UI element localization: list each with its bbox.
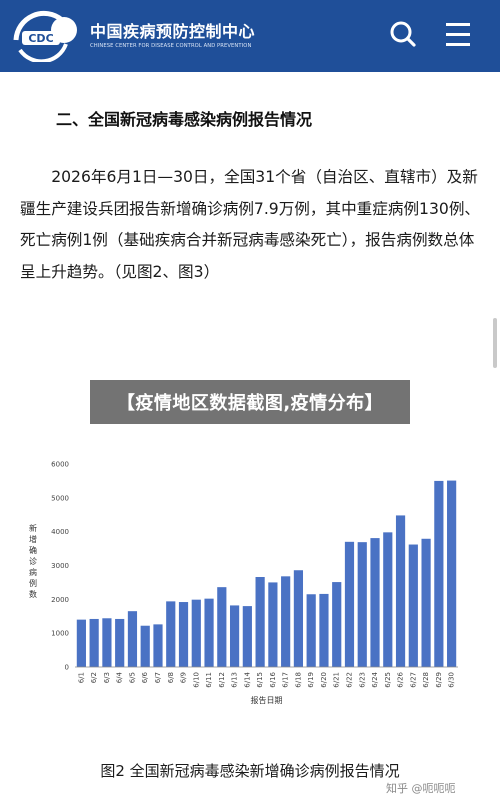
bar bbox=[76, 619, 86, 667]
y-axis-title-char: 例 bbox=[29, 578, 37, 588]
x-tick-label: 6/5 bbox=[128, 672, 136, 683]
x-tick-label: 6/19 bbox=[307, 672, 315, 688]
x-tick-label: 6/8 bbox=[167, 672, 175, 683]
x-tick-label: 6/6 bbox=[141, 671, 149, 683]
y-axis-title-char: 增 bbox=[29, 534, 37, 544]
x-tick-label: 6/25 bbox=[384, 672, 392, 688]
search-icon bbox=[390, 21, 416, 47]
x-tick-label: 6/30 bbox=[448, 672, 456, 688]
x-tick-label: 6/9 bbox=[180, 672, 188, 683]
bar bbox=[229, 605, 240, 667]
figure-caption-text: 图2 全国新冠病毒感染新增确诊病例报告情况 bbox=[100, 762, 400, 780]
x-tick-label: 6/4 bbox=[116, 671, 124, 683]
bar bbox=[204, 598, 214, 667]
x-tick-label: 6/14 bbox=[243, 671, 251, 687]
y-tick-label: 6000 bbox=[51, 461, 69, 469]
y-axis-title-char: 数 bbox=[29, 589, 37, 599]
x-tick-label: 6/16 bbox=[269, 671, 277, 687]
brand-name-en: CHINESE CENTER FOR DISEASE CONTROL AND P… bbox=[90, 43, 252, 49]
bar bbox=[191, 599, 201, 667]
y-axis-title-char: 病 bbox=[29, 567, 37, 577]
bar-series bbox=[76, 480, 457, 667]
bar bbox=[370, 538, 380, 667]
y-axis-title-char: 诊 bbox=[29, 556, 37, 566]
y-tick-label: 4000 bbox=[51, 528, 69, 536]
y-tick-label: 1000 bbox=[51, 630, 69, 638]
x-tick-label: 6/11 bbox=[205, 672, 213, 688]
x-tick-label: 6/27 bbox=[409, 672, 417, 688]
bar bbox=[408, 544, 418, 667]
x-axis-title: 报告日期 bbox=[251, 695, 283, 705]
cdc-logo[interactable]: CDC bbox=[8, 10, 84, 64]
x-tick-label: 6/13 bbox=[231, 672, 239, 688]
bar bbox=[383, 532, 393, 667]
site-header: CDC 中国疾病预防控制中心 CHINESE CENTER FOR DISEAS… bbox=[0, 0, 500, 72]
bar bbox=[293, 570, 304, 667]
overlay-banner: 【疫情地区数据截图,疫情分布】 bbox=[90, 380, 410, 424]
search-button[interactable] bbox=[386, 18, 420, 52]
x-tick-label: 6/1 bbox=[77, 672, 85, 683]
cdc-logo-icon: CDC bbox=[13, 10, 77, 64]
bar bbox=[447, 480, 457, 667]
y-tick-label: 2000 bbox=[51, 596, 69, 604]
bar bbox=[127, 611, 138, 667]
bar bbox=[153, 624, 163, 667]
x-tick-label: 6/17 bbox=[282, 672, 290, 688]
figure-caption: 图2 全国新冠病毒感染新增确诊病例报告情况 bbox=[0, 760, 500, 781]
x-tick-label: 6/15 bbox=[256, 672, 264, 688]
bar bbox=[434, 480, 444, 667]
x-tick-label: 6/22 bbox=[345, 672, 353, 688]
bar bbox=[242, 606, 252, 667]
x-tick-label: 6/29 bbox=[435, 672, 443, 688]
y-tick-label: 3000 bbox=[51, 562, 69, 570]
bar bbox=[178, 602, 189, 667]
x-tick-label: 6/10 bbox=[192, 672, 200, 688]
y-axis-title-char: 确 bbox=[29, 545, 37, 555]
bar-chart: 0100020003000400050006000 6/1 6/2 6/3 6/4 6/… bbox=[29, 461, 458, 705]
bar bbox=[395, 515, 406, 667]
bar bbox=[217, 587, 227, 667]
hamburger-menu-icon bbox=[446, 23, 470, 46]
x-tick-label: 6/3 bbox=[103, 672, 111, 683]
menu-button[interactable] bbox=[440, 18, 476, 52]
x-tick-label: 6/28 bbox=[422, 672, 430, 688]
bar bbox=[306, 594, 316, 667]
y-tick-label: 5000 bbox=[51, 494, 69, 502]
bar bbox=[281, 576, 291, 667]
bar bbox=[357, 542, 367, 667]
section-title: 二、全国新冠病毒感染病例报告情况 bbox=[56, 110, 313, 129]
x-tick-label: 6/12 bbox=[218, 672, 226, 688]
x-tick-label: 6/24 bbox=[371, 671, 379, 687]
bar bbox=[140, 625, 150, 667]
y-axis-title-char: 新 bbox=[29, 523, 37, 533]
x-tick-label: 6/21 bbox=[333, 672, 341, 688]
bar bbox=[332, 582, 342, 667]
bar bbox=[102, 618, 112, 667]
x-tick-label: 6/2 bbox=[90, 672, 98, 683]
y-axis-title: 新增确诊病例数 bbox=[29, 523, 37, 599]
article-paragraph: 2026年6月1日—30日，全国31个省（自治区、直辖市）及新疆生产建设兵团报告… bbox=[20, 168, 481, 281]
bar bbox=[268, 582, 278, 667]
x-tick-label: 6/7 bbox=[154, 672, 162, 683]
x-tick-label: 6/26 bbox=[397, 671, 405, 687]
watermark: 知乎 @呃呃呃 bbox=[386, 782, 456, 795]
bar bbox=[255, 577, 265, 667]
y-tick-label: 0 bbox=[65, 664, 69, 672]
x-tick-label: 6/20 bbox=[320, 672, 328, 688]
bar bbox=[344, 541, 355, 667]
bar bbox=[421, 538, 431, 667]
x-tick-label: 6/23 bbox=[358, 672, 366, 688]
scrollbar-thumb[interactable] bbox=[493, 318, 497, 368]
x-tick-label: 6/18 bbox=[294, 672, 302, 688]
bar bbox=[319, 593, 329, 667]
y-axis: 0 1000 2000 3000 4000 5000 6000 bbox=[51, 461, 69, 672]
bar bbox=[166, 601, 176, 667]
x-axis: 6/1 6/2 6/3 6/4 6/5 6/6 6/7 6/8 6/9 6/10 6/11 6/12 6… bbox=[77, 671, 455, 687]
bar bbox=[115, 618, 125, 667]
brand-name-cn: 中国疾病预防控制中心 bbox=[90, 22, 256, 41]
logo-text: CDC bbox=[28, 32, 53, 45]
bar bbox=[89, 618, 99, 667]
